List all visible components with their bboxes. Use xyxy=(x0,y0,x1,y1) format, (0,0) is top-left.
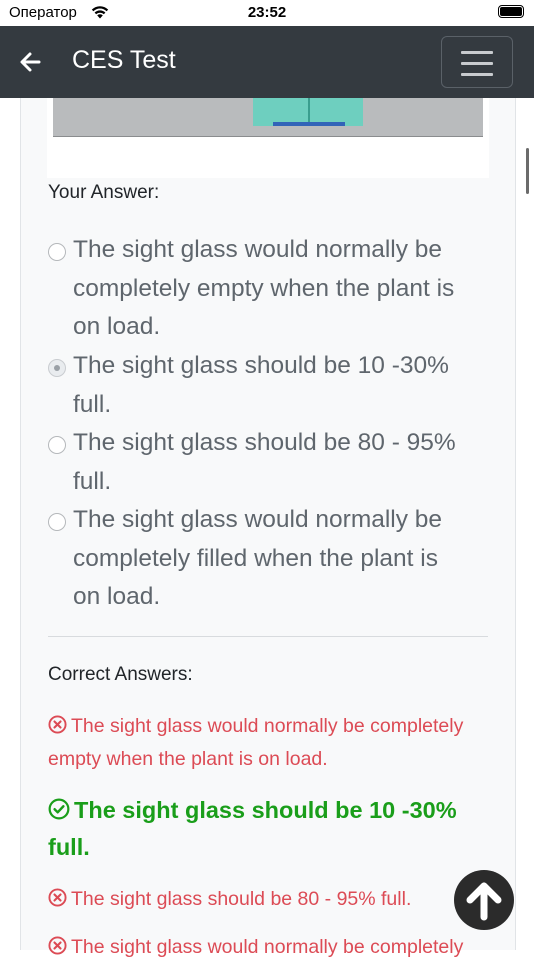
menu-toggle-button[interactable] xyxy=(441,36,513,88)
status-bar: Оператор 23:52 xyxy=(0,0,534,26)
question-image-card xyxy=(47,98,489,178)
battery-icon xyxy=(498,5,524,18)
radio-button[interactable] xyxy=(48,243,66,261)
x-circle-icon xyxy=(48,886,67,917)
divider xyxy=(48,636,488,637)
arrow-left-icon[interactable] xyxy=(18,48,42,76)
check-circle-icon xyxy=(48,795,70,830)
correct-answer-item-4: The sight glass would normally be comple… xyxy=(48,932,488,965)
top-navbar: CES Test xyxy=(0,26,534,98)
your-answer-label: Your Answer: xyxy=(48,182,160,203)
hamburger-icon xyxy=(461,51,493,54)
radio-button[interactable] xyxy=(48,513,66,531)
clock: 23:52 xyxy=(247,4,287,21)
scrollbar[interactable] xyxy=(526,148,529,194)
arrow-up-circle-icon xyxy=(466,882,502,921)
option-text: The sight glass should be 10 -30% full. xyxy=(73,352,449,418)
option-text: The sight glass would normally be comple… xyxy=(73,236,455,341)
radio-button[interactable] xyxy=(48,436,66,454)
page-title: CES Test xyxy=(72,46,176,74)
sight-glass-diagram xyxy=(53,98,483,137)
correct-answer-item-3: The sight glass should be 80 - 95% full. xyxy=(48,884,488,917)
option-text: The sight glass would normally be comple… xyxy=(73,506,443,611)
correct-answer-item-2: The sight glass should be 10 -30% full. xyxy=(48,795,457,860)
option-text: The sight glass should be 80 - 95% full. xyxy=(73,429,456,495)
correct-answer-item-1: The sight glass would normally be comple… xyxy=(48,713,464,770)
scroll-to-top-button[interactable] xyxy=(454,870,514,930)
radio-button-selected[interactable] xyxy=(48,359,66,377)
question-card: Your Answer: The sight glass would norma… xyxy=(20,98,516,958)
x-circle-icon xyxy=(48,713,67,744)
correct-answers-label: Correct Answers: xyxy=(48,664,193,685)
